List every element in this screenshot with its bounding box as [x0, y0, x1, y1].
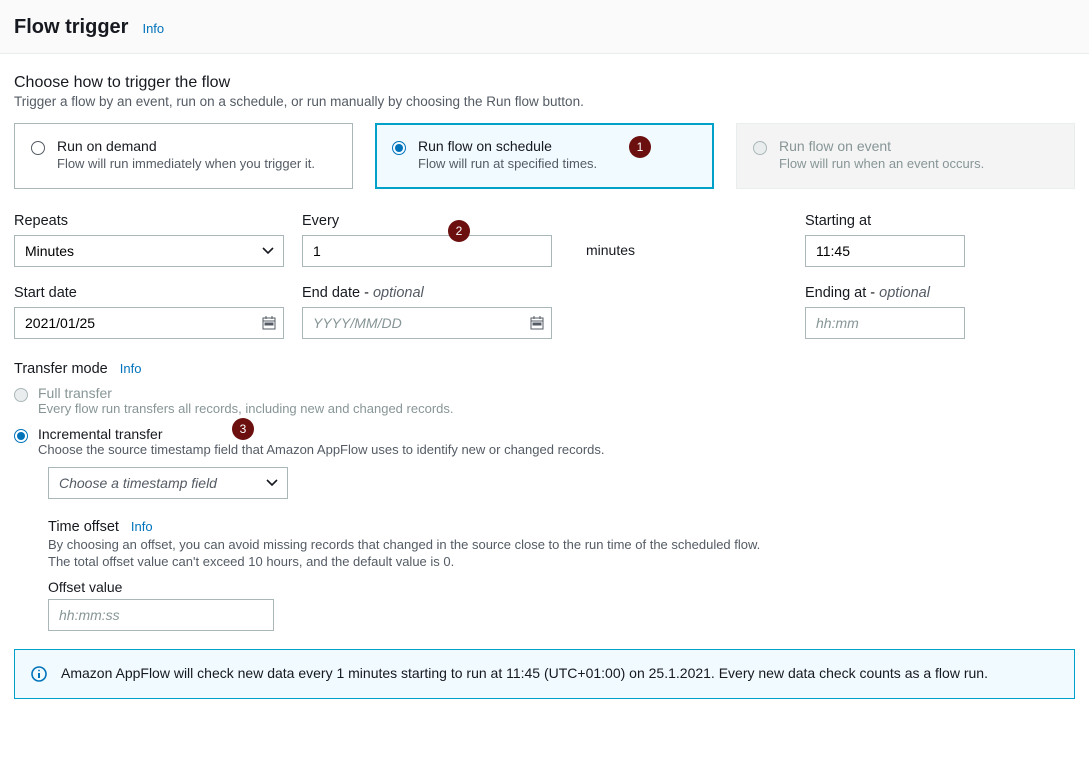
callout-marker-2: 2 [448, 220, 470, 242]
trigger-option-desc: Flow will run at specified times. [418, 156, 597, 171]
end-date-label: End date - optional [302, 285, 552, 301]
every-label: Every [302, 213, 552, 229]
trigger-option-desc: Flow will run when an event occurs. [779, 156, 984, 171]
trigger-options-row: Run on demand Flow will run immediately … [14, 123, 1075, 189]
trigger-choice-heading: Choose how to trigger the flow [14, 74, 1075, 92]
callout-marker-3: 3 [232, 418, 254, 440]
time-offset-desc-1: By choosing an offset, you can avoid mis… [48, 537, 1075, 552]
trigger-option-desc: Flow will run immediately when you trigg… [57, 156, 315, 171]
time-offset-block: Time offset Info By choosing an offset, … [48, 519, 1075, 631]
trigger-choice-desc: Trigger a flow by an event, run on a sch… [14, 94, 1075, 109]
start-date-input[interactable] [14, 307, 284, 339]
time-offset-title: Time offset [48, 519, 119, 535]
page-header: Flow trigger Info [0, 0, 1089, 54]
time-offset-desc-2: The total offset value can't exceed 10 h… [48, 554, 1075, 569]
transfer-option-full: Full transfer Every flow run transfers a… [14, 385, 1075, 416]
starting-at-input[interactable] [805, 235, 965, 267]
transfer-mode-heading: Transfer mode [14, 361, 108, 377]
transfer-full-title: Full transfer [38, 385, 454, 401]
radio-icon [392, 141, 406, 155]
transfer-info-link[interactable]: Info [120, 361, 142, 376]
trigger-choice-section: Choose how to trigger the flow Trigger a… [14, 74, 1075, 189]
transfer-mode-section: Transfer mode Info Full transfer Every f… [14, 361, 1075, 631]
radio-icon [14, 429, 28, 443]
radio-icon [753, 141, 767, 155]
ending-at-label: Ending at - optional [805, 285, 965, 301]
trigger-option-title: Run flow on event [779, 138, 984, 154]
content-area: Choose how to trigger the flow Trigger a… [0, 54, 1089, 699]
info-icon [31, 666, 47, 682]
transfer-incremental-desc: Choose the source timestamp field that A… [38, 442, 605, 457]
repeats-label: Repeats [14, 213, 284, 229]
trigger-option-on-demand[interactable]: Run on demand Flow will run immediately … [14, 123, 353, 189]
radio-icon [31, 141, 45, 155]
trigger-option-on-event: Run flow on event Flow will run when an … [736, 123, 1075, 189]
page-title: Flow trigger [14, 16, 128, 39]
starting-at-label: Starting at [805, 213, 965, 229]
transfer-full-desc: Every flow run transfers all records, in… [38, 401, 454, 416]
trigger-option-schedule[interactable]: Run flow on schedule Flow will run at sp… [375, 123, 714, 189]
transfer-incremental-title: Incremental transfer [38, 426, 605, 442]
end-date-input[interactable] [302, 307, 552, 339]
trigger-option-title: Run on demand [57, 138, 315, 154]
timestamp-field-select[interactable]: Choose a timestamp field [48, 467, 288, 499]
start-date-label: Start date [14, 285, 284, 301]
schedule-form: Repeats Minutes Every 2 minutes Starting… [14, 213, 1075, 339]
offset-value-label: Offset value [48, 579, 1075, 595]
info-message: Amazon AppFlow will check new data every… [61, 664, 988, 684]
trigger-option-title: Run flow on schedule [418, 138, 597, 154]
ending-at-input[interactable] [805, 307, 965, 339]
radio-icon [14, 388, 28, 402]
info-banner: Amazon AppFlow will check new data every… [14, 649, 1075, 699]
every-input[interactable] [302, 235, 552, 267]
repeats-select[interactable]: Minutes [14, 235, 284, 267]
callout-marker-1: 1 [629, 136, 651, 158]
every-units: minutes [570, 235, 787, 258]
time-offset-info-link[interactable]: Info [131, 519, 153, 534]
transfer-option-incremental[interactable]: Incremental transfer Choose the source t… [14, 426, 1075, 457]
header-info-link[interactable]: Info [142, 21, 164, 36]
offset-value-input[interactable] [48, 599, 274, 631]
